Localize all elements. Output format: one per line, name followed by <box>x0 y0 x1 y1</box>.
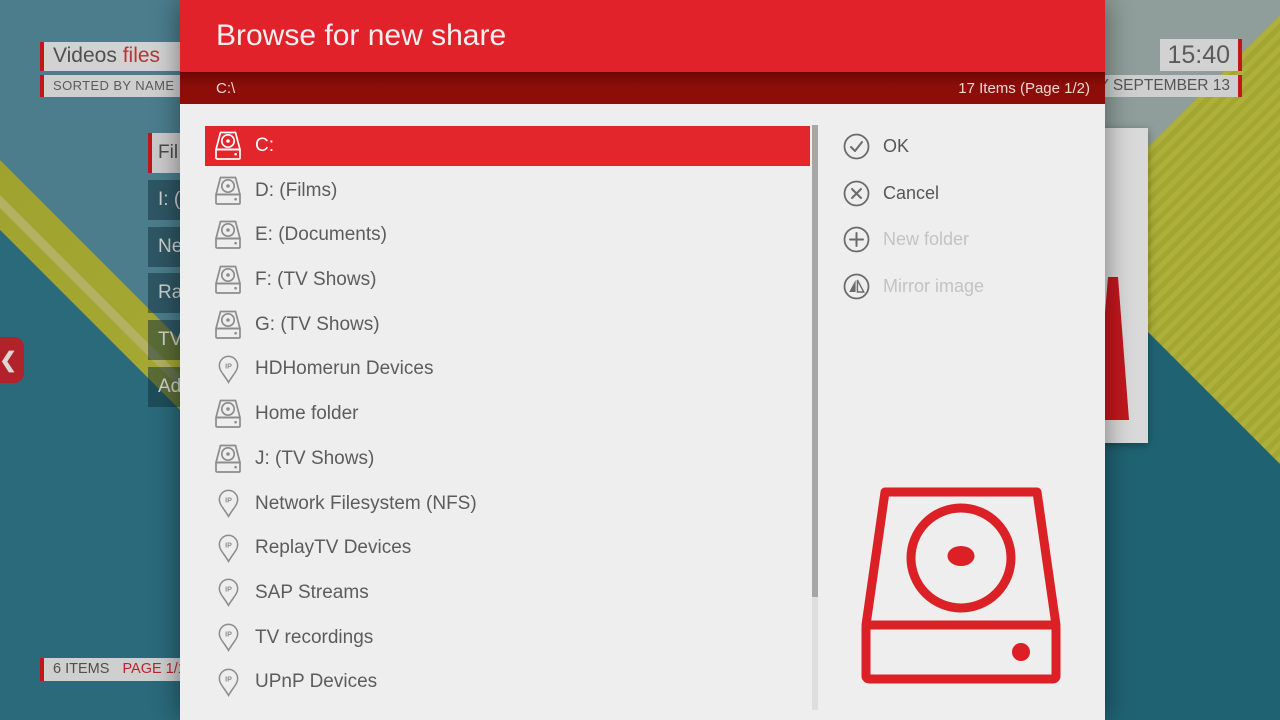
back-button[interactable]: ❮ <box>0 337 24 383</box>
share-list-item[interactable]: J: (TV Shows) <box>205 439 810 479</box>
cancel-x-icon <box>843 180 870 207</box>
hard-disk-icon <box>213 310 243 340</box>
library-title: Videos <box>53 44 117 67</box>
hard-disk-icon <box>213 220 243 250</box>
path-bar: C:\ 17 Items (Page 1/2) <box>180 72 1105 104</box>
background-left <box>0 0 180 720</box>
network-location-icon <box>213 355 243 384</box>
share-list-item[interactable]: Home folder <box>205 394 810 434</box>
share-label: J: (TV Shows) <box>255 448 374 470</box>
items-count-bar: 6 ITEMS PAGE 1/1 <box>40 658 188 681</box>
share-label: Home folder <box>255 403 359 425</box>
items-count-label: 6 ITEMS <box>53 661 109 677</box>
share-label: UPnP Devices <box>255 671 377 693</box>
hard-disk-icon <box>213 265 243 295</box>
ok-button[interactable]: OK <box>843 133 984 160</box>
network-location-icon <box>213 668 243 697</box>
network-location-icon <box>213 623 243 652</box>
dialog-title: Browse for new share <box>216 19 506 53</box>
share-list-item[interactable]: HDHomerun Devices <box>205 349 810 389</box>
share-list-item[interactable]: C: <box>205 126 810 166</box>
dialog-body: C: D: (Films) E: (Documents) F: (TV Shows) G… <box>180 104 1105 720</box>
scrollbar-thumb[interactable] <box>812 125 818 597</box>
share-list-item[interactable]: E: (Documents) <box>205 215 810 255</box>
network-location-icon <box>213 489 243 518</box>
plus-icon <box>843 226 870 253</box>
ok-check-icon <box>843 133 870 160</box>
library-title-bar: Videos files <box>40 42 188 71</box>
share-label: Network Filesystem (NFS) <box>255 493 477 515</box>
dialog-header: Browse for new share <box>180 0 1105 72</box>
library-title-accent: files <box>123 44 160 67</box>
share-label: SAP Streams <box>255 582 369 604</box>
share-label: HDHomerun Devices <box>255 358 433 380</box>
share-list-item[interactable]: TV recordings <box>205 618 810 658</box>
hard-disk-icon <box>213 131 243 161</box>
share-label: F: (TV Shows) <box>255 269 376 291</box>
share-list-item[interactable]: UPnP Devices <box>205 662 810 702</box>
dialog-actions: OK Cancel New folder Mirror image <box>843 133 984 319</box>
mirror-image-button: Mirror image <box>843 273 984 300</box>
page-label: PAGE 1/1 <box>122 661 185 677</box>
share-list-item[interactable]: SAP Streams <box>205 573 810 613</box>
share-label: G: (TV Shows) <box>255 314 380 336</box>
new-folder-button: New folder <box>843 226 984 253</box>
hard-disk-icon <box>860 485 1062 685</box>
mirror-icon <box>843 273 870 300</box>
action-label: Cancel <box>883 183 939 204</box>
kodi-screen: Videos files SORTED BY NAME 6 ITEMS PAGE… <box>0 0 1280 720</box>
share-label: C: <box>255 135 274 157</box>
share-label: ReplayTV Devices <box>255 537 411 559</box>
share-list-item[interactable]: D: (Films) <box>205 171 810 211</box>
hard-disk-icon <box>213 399 243 429</box>
sort-order-label: SORTED BY NAME <box>40 75 188 97</box>
action-label: OK <box>883 136 909 157</box>
action-label: Mirror image <box>883 276 984 297</box>
share-list-item[interactable]: F: (TV Shows) <box>205 260 810 300</box>
share-label: TV recordings <box>255 627 373 649</box>
action-label: New folder <box>883 229 969 250</box>
network-location-icon <box>213 534 243 563</box>
cancel-button[interactable]: Cancel <box>843 180 984 207</box>
hard-disk-icon <box>213 176 243 206</box>
share-label: E: (Documents) <box>255 224 387 246</box>
network-location-icon <box>213 578 243 607</box>
share-list-item[interactable]: G: (TV Shows) <box>205 305 810 345</box>
browse-share-dialog: Browse for new share C:\ 17 Items (Page … <box>180 0 1105 720</box>
current-path: C:\ <box>216 80 958 97</box>
hard-disk-icon <box>213 444 243 474</box>
share-list: C: D: (Films) E: (Documents) F: (TV Shows) G… <box>205 126 810 707</box>
share-label: D: (Films) <box>255 180 337 202</box>
share-list-item[interactable]: ReplayTV Devices <box>205 528 810 568</box>
items-page-info: 17 Items (Page 1/2) <box>958 80 1090 97</box>
clock-time: 15:40 <box>1160 39 1242 71</box>
chevron-left-icon: ❮ <box>0 348 17 373</box>
share-list-item[interactable]: Network Filesystem (NFS) <box>205 484 810 524</box>
scrollbar[interactable] <box>812 125 818 710</box>
